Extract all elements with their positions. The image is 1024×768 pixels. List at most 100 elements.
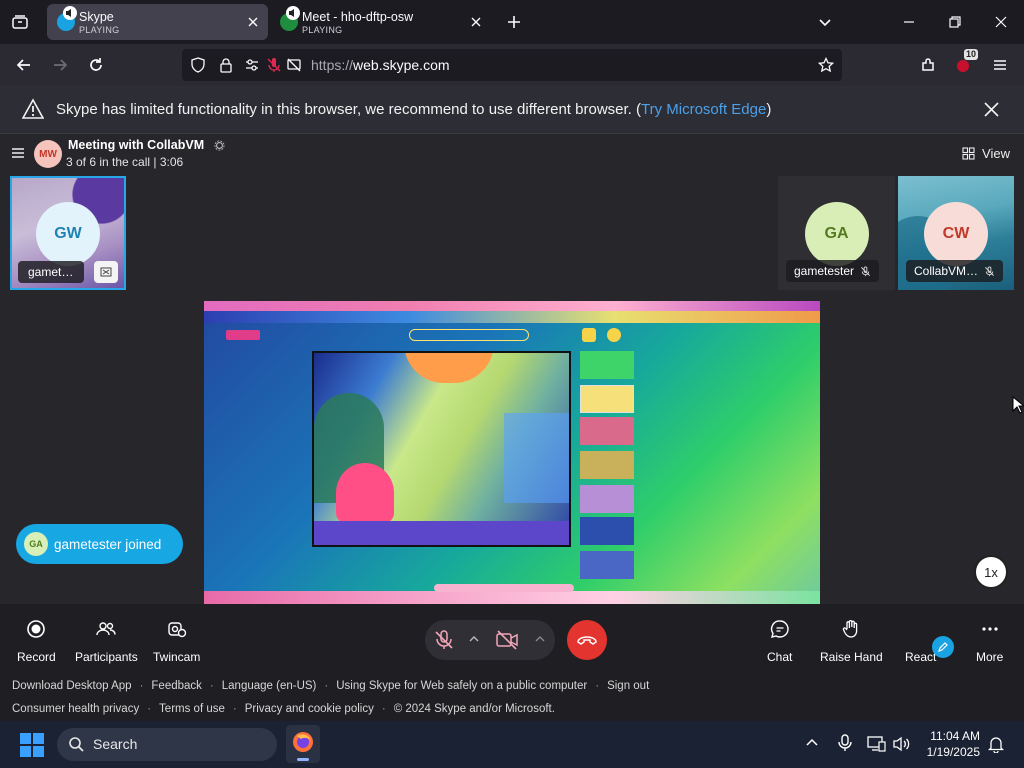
settings-gear-icon[interactable] [214, 140, 225, 151]
copyright-text: © 2024 Skype and/or Microsoft. [393, 703, 555, 715]
toast-avatar: GA [24, 532, 48, 556]
tracking-protection-shield-icon[interactable] [190, 57, 206, 73]
terms-of-use-link[interactable]: Terms of use [159, 703, 225, 715]
microphone-muted-icon[interactable] [266, 57, 282, 73]
shared-tab-strip [204, 301, 820, 311]
shared-address-strip [204, 311, 820, 323]
react-label: React [905, 650, 937, 664]
back-arrow-icon[interactable] [11, 52, 37, 78]
taskbar-search-box[interactable]: Search [57, 728, 277, 761]
forward-arrow-icon[interactable] [47, 52, 73, 78]
tab-title: Meet - hho-dftp-osw [302, 10, 414, 24]
speaker-icon[interactable] [63, 6, 77, 20]
extension-icon[interactable]: 10 [950, 49, 978, 78]
raise-hand-icon [840, 618, 862, 640]
minimize-icon[interactable] [897, 10, 921, 34]
media-controls-pill [425, 620, 555, 660]
screen-share-icon[interactable] [286, 57, 302, 73]
list-tabs-chevron-down-icon[interactable] [813, 10, 837, 34]
public-computer-safety-link[interactable]: Using Skype for Web safely on a public c… [336, 680, 587, 692]
participant-tile-cw[interactable]: CW CollabVM… [898, 176, 1014, 290]
tab-overview-icon[interactable] [8, 10, 32, 34]
raise-hand-label: Raise Hand [820, 650, 883, 664]
participants-button[interactable]: Participants [75, 618, 138, 664]
network-monitor-icon[interactable] [866, 735, 886, 753]
react-button[interactable]: React [905, 618, 936, 664]
more-button[interactable]: More [976, 618, 1003, 664]
permissions-icon[interactable] [244, 57, 260, 73]
language-link[interactable]: Language (en-US) [222, 680, 317, 692]
microphone-muted-icon[interactable] [433, 629, 455, 651]
extensions-puzzle-icon[interactable] [915, 52, 941, 78]
try-edge-link[interactable]: Try Microsoft Edge [641, 101, 766, 118]
footer-links-row-2: Consumer health privacy · Terms of use · P… [12, 703, 555, 715]
sidebar-menu-icon[interactable] [10, 145, 26, 161]
record-button[interactable]: Record [17, 618, 56, 664]
react-pencil-icon[interactable] [932, 636, 954, 658]
microphone-tray-icon[interactable] [838, 734, 852, 752]
shared-thumbnail [580, 485, 634, 513]
meeting-avatar: MW [34, 140, 62, 168]
mic-options-chevron-up-icon[interactable] [469, 635, 479, 643]
restore-icon[interactable] [943, 10, 967, 34]
windows-start-icon[interactable] [20, 733, 44, 757]
participant-name-label: gametester [786, 260, 880, 282]
shared-button [582, 328, 596, 342]
camera-options-chevron-up-icon[interactable] [535, 635, 545, 643]
volume-speaker-icon[interactable] [892, 735, 912, 753]
bookmark-star-icon[interactable] [818, 57, 834, 73]
chat-button[interactable]: Chat [767, 618, 792, 664]
privacy-cookie-policy-link[interactable]: Privacy and cookie policy [245, 703, 374, 715]
tab-meet[interactable]: Meet - hho-dftp-osw PLAYING [270, 4, 491, 40]
tab-close-icon[interactable] [246, 15, 260, 29]
footer-links-row-1: Download Desktop App · Feedback · Language… [12, 680, 650, 692]
meeting-title[interactable]: Meeting with CollabVM [68, 138, 225, 152]
shared-taskbar [204, 591, 820, 604]
firefox-taskbar-app[interactable] [286, 725, 320, 763]
participant-tile-ga[interactable]: GA gametester [778, 176, 895, 290]
participant-tile-gw[interactable]: GW gamet… [10, 176, 126, 290]
taskbar-clock[interactable]: 11:04 AM 1/19/2025 [918, 728, 980, 760]
meeting-header: MW Meeting with CollabVM 3 of 6 in the c… [0, 134, 1024, 176]
tab-skype[interactable]: Skype PLAYING [47, 4, 268, 40]
url-text[interactable]: https://web.skype.com [311, 57, 450, 73]
tab-title: Skype [79, 10, 114, 24]
hamburger-menu-icon[interactable] [987, 52, 1013, 78]
close-banner-icon[interactable] [983, 101, 1000, 118]
new-tab-plus-icon[interactable] [502, 10, 526, 34]
tab-playing-status: PLAYING [79, 25, 120, 35]
twincam-icon [166, 618, 188, 640]
view-button[interactable]: View [962, 146, 1010, 161]
tray-overflow-chevron-up-icon[interactable] [805, 735, 819, 749]
sign-out-link[interactable]: Sign out [607, 680, 649, 692]
notifications-bell-icon[interactable] [988, 735, 1004, 753]
end-call-button[interactable] [567, 620, 607, 660]
download-desktop-app-link[interactable]: Download Desktop App [12, 680, 132, 692]
speaker-icon[interactable] [286, 6, 300, 20]
browser-warning-banner: Skype has limited functionality in this … [0, 86, 1024, 134]
extension-badge: 10 [963, 49, 978, 60]
chat-label: Chat [767, 650, 793, 664]
shared-video-player [312, 351, 571, 547]
twincam-button[interactable]: Twincam [153, 618, 200, 664]
raise-hand-button[interactable]: Raise Hand [820, 618, 883, 664]
people-icon [95, 618, 117, 640]
camera-off-icon[interactable] [495, 629, 519, 651]
tab-close-icon[interactable] [469, 15, 483, 29]
windows-taskbar: Search 11:04 AM 1/19/2025 [0, 721, 1024, 768]
reload-icon[interactable] [83, 52, 109, 78]
feedback-link[interactable]: Feedback [151, 680, 202, 692]
warning-message: Skype has limited functionality in this … [56, 101, 772, 118]
more-label: More [976, 650, 1004, 664]
shared-thumbnail [580, 385, 634, 413]
screen-share-stopped-icon [94, 261, 118, 283]
shared-screen-video[interactable] [204, 301, 820, 604]
mic-muted-icon [861, 265, 870, 276]
address-bar[interactable]: https://web.skype.com [182, 49, 842, 81]
lock-icon[interactable] [218, 57, 234, 73]
scene-floor [314, 521, 569, 545]
consumer-health-privacy-link[interactable]: Consumer health privacy [12, 703, 139, 715]
shared-search-box [409, 329, 529, 341]
close-window-icon[interactable] [989, 10, 1013, 34]
playback-speed-button[interactable]: 1x [974, 555, 1008, 589]
